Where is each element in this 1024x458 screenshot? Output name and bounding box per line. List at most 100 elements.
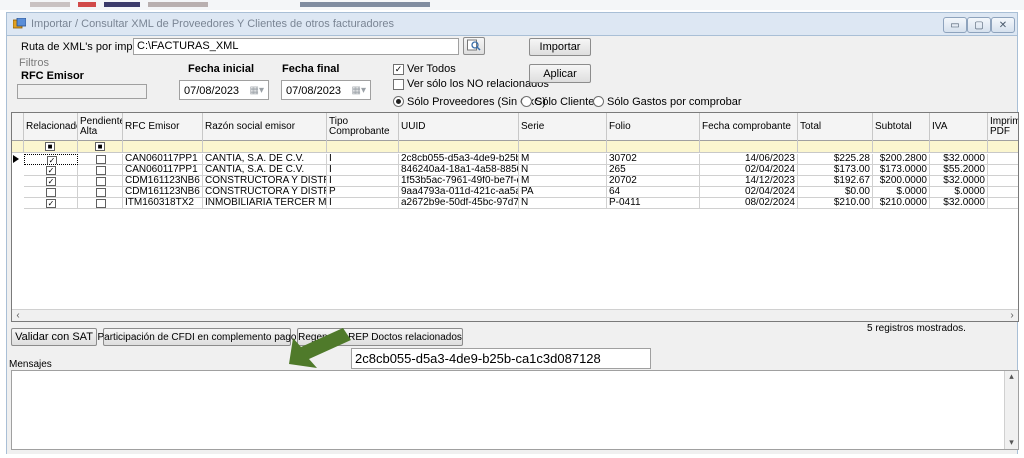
row-selector[interactable] (12, 154, 22, 165)
col-fecha-comprobante[interactable]: Fecha comprobante (700, 113, 798, 141)
filter-cell[interactable] (930, 141, 988, 153)
cell-total: $192.67 (798, 176, 873, 187)
cell-rfc: CAN060117PP1 (123, 154, 203, 165)
pendiente-checkbox[interactable] (96, 199, 106, 208)
calendar-icon[interactable]: ▦▾ (352, 85, 366, 96)
filter-cell[interactable] (873, 141, 930, 153)
row-selector[interactable] (12, 176, 22, 187)
mensajes-textarea[interactable]: ▴ ▾ (11, 370, 1019, 450)
row-selector[interactable] (12, 187, 22, 198)
close-button[interactable]: ✕ (991, 17, 1015, 33)
pendiente-checkbox[interactable] (96, 155, 106, 164)
rfc-emisor-input[interactable] (17, 84, 147, 99)
window-titlebar[interactable]: Importar / Consultar XML de Proveedores … (6, 12, 1018, 36)
maximize-button[interactable]: ▢ (967, 17, 991, 33)
col-imprimir-pdf[interactable]: Imprimi PDF (988, 113, 1018, 141)
table-row[interactable]: CDM161123NB6 CONSTRUCTORA Y DISTRI P 9aa479… (12, 187, 1018, 198)
cell-total: $0.00 (798, 187, 873, 198)
rfc-emisor-label: RFC Emisor (21, 70, 84, 82)
filter-cell-relacionado[interactable]: ■ (24, 141, 78, 153)
radio-solo-clientes[interactable] (521, 96, 532, 107)
participacion-cfdi-button[interactable]: Participación de CFDI en complemento pag… (98, 328, 297, 346)
table-row[interactable]: ✓ CAN060117PP1 CANTIA, S.A. DE C.V. I 846240… (12, 165, 1018, 176)
cell-pendiente[interactable] (78, 154, 123, 165)
fecha-final-picker[interactable]: 07/08/2023 ▦▾ (281, 80, 371, 100)
scroll-up-icon[interactable]: ▴ (1005, 371, 1018, 383)
filter-cell[interactable] (123, 141, 203, 153)
scroll-right-icon[interactable]: › (1006, 310, 1018, 321)
radio-solo-clientes-label: Sólo Clientes (535, 96, 600, 108)
cell-pdf (988, 154, 1018, 165)
ruta-input[interactable]: C:\FACTURAS_XML (133, 38, 459, 55)
ver-no-relacionados-checkbox[interactable] (393, 79, 404, 90)
cell-relacionado[interactable]: ✓ (24, 165, 78, 176)
importar-button[interactable]: Importar (529, 38, 591, 56)
cell-pendiente[interactable] (78, 176, 123, 187)
calendar-icon[interactable]: ▦▾ (250, 85, 264, 96)
filter-cell[interactable] (700, 141, 798, 153)
filter-cell[interactable] (327, 141, 399, 153)
scroll-down-icon[interactable]: ▾ (1005, 437, 1018, 449)
ver-todos-checkbox[interactable]: ✓ (393, 64, 404, 75)
scroll-left-icon[interactable]: ‹ (12, 310, 24, 321)
row-selector[interactable] (12, 165, 22, 176)
filter-cell[interactable] (399, 141, 519, 153)
relacionado-checkbox[interactable] (46, 188, 56, 197)
minimize-icon: ▭ (950, 19, 960, 31)
col-uuid[interactable]: UUID (399, 113, 519, 141)
uuid-display-field[interactable]: 2c8cb055-d5a3-4de9-b25b-ca1c3d087128 (351, 348, 651, 369)
xml-grid[interactable]: Relacionado Pendiente Alta RFC Emisor Ra… (11, 112, 1019, 322)
horizontal-scrollbar[interactable]: ‹ › (12, 309, 1018, 321)
table-row[interactable]: ✓ ITM160318TX2 INMOBILIARIA TERCER MIL Ia26… (12, 198, 1018, 209)
col-serie[interactable]: Serie (519, 113, 607, 141)
cell-relacionado[interactable] (24, 187, 78, 198)
pendiente-checkbox[interactable] (96, 177, 106, 186)
filter-cell-pendiente[interactable]: ■ (78, 141, 123, 153)
row-selector[interactable] (12, 198, 22, 209)
filter-cell[interactable] (203, 141, 327, 153)
radio-solo-proveedores[interactable] (393, 96, 404, 107)
radio-solo-gastos[interactable] (593, 96, 604, 107)
relacionado-checkbox[interactable]: ✓ (46, 199, 56, 208)
relacionado-checkbox[interactable]: ✓ (47, 156, 57, 164)
filter-cell[interactable] (798, 141, 873, 153)
col-subtotal[interactable]: Subtotal (873, 113, 930, 141)
pendiente-checkbox[interactable] (96, 166, 106, 175)
pendiente-checkbox[interactable] (96, 188, 106, 197)
col-razon-social[interactable]: Razón social emisor (203, 113, 327, 141)
relacionado-checkbox[interactable]: ✓ (46, 177, 56, 186)
cell-relacionado[interactable]: ✓ (24, 176, 78, 187)
cell-relacionado[interactable]: ✓ (24, 154, 78, 165)
table-row[interactable]: ✓ CDM161123NB6 CONSTRUCTORA Y DISTRI I 1f53b… (12, 176, 1018, 187)
cell-pendiente[interactable] (78, 198, 123, 209)
close-icon: ✕ (998, 19, 1008, 31)
minimize-button[interactable]: ▭ (943, 17, 967, 33)
ver-no-relacionados-label: Ver sólo los NO relacionados (407, 78, 549, 90)
background-window-strip (0, 0, 1024, 10)
filter-pendiente-checkbox[interactable]: ■ (95, 142, 105, 151)
vertical-scrollbar[interactable]: ▴ ▾ (1004, 371, 1018, 449)
cell-pendiente[interactable] (78, 187, 123, 198)
aplicar-button[interactable]: Aplicar (529, 64, 591, 83)
filter-cell[interactable] (607, 141, 700, 153)
cell-pendiente[interactable] (78, 165, 123, 176)
cell-pdf (988, 165, 1018, 176)
cell-relacionado[interactable]: ✓ (24, 198, 78, 209)
table-row[interactable]: ✓ CAN060117PP1 CANTIA, S.A. DE C.V. I 2c8cb0… (12, 154, 1018, 165)
filter-cell[interactable] (988, 141, 1018, 153)
col-total[interactable]: Total (798, 113, 873, 141)
fecha-final-label: Fecha final (282, 63, 340, 75)
validar-sat-button[interactable]: Validar con SAT (11, 328, 97, 346)
col-iva[interactable]: IVA (930, 113, 988, 141)
browse-button[interactable] (463, 37, 485, 55)
col-tipo-comprobante[interactable]: Tipo Comprobante (327, 113, 399, 141)
filter-relacionado-checkbox[interactable]: ■ (45, 142, 55, 151)
col-folio[interactable]: Folio (607, 113, 700, 141)
relacionado-checkbox[interactable]: ✓ (46, 166, 56, 175)
col-pendiente-alta[interactable]: Pendiente Alta (78, 113, 123, 141)
fecha-inicial-picker[interactable]: 07/08/2023 ▦▾ (179, 80, 269, 100)
col-relacionado[interactable]: Relacionado (24, 113, 78, 141)
cell-serie: M (519, 176, 607, 187)
col-rfc-emisor[interactable]: RFC Emisor (123, 113, 203, 141)
filter-cell[interactable] (519, 141, 607, 153)
